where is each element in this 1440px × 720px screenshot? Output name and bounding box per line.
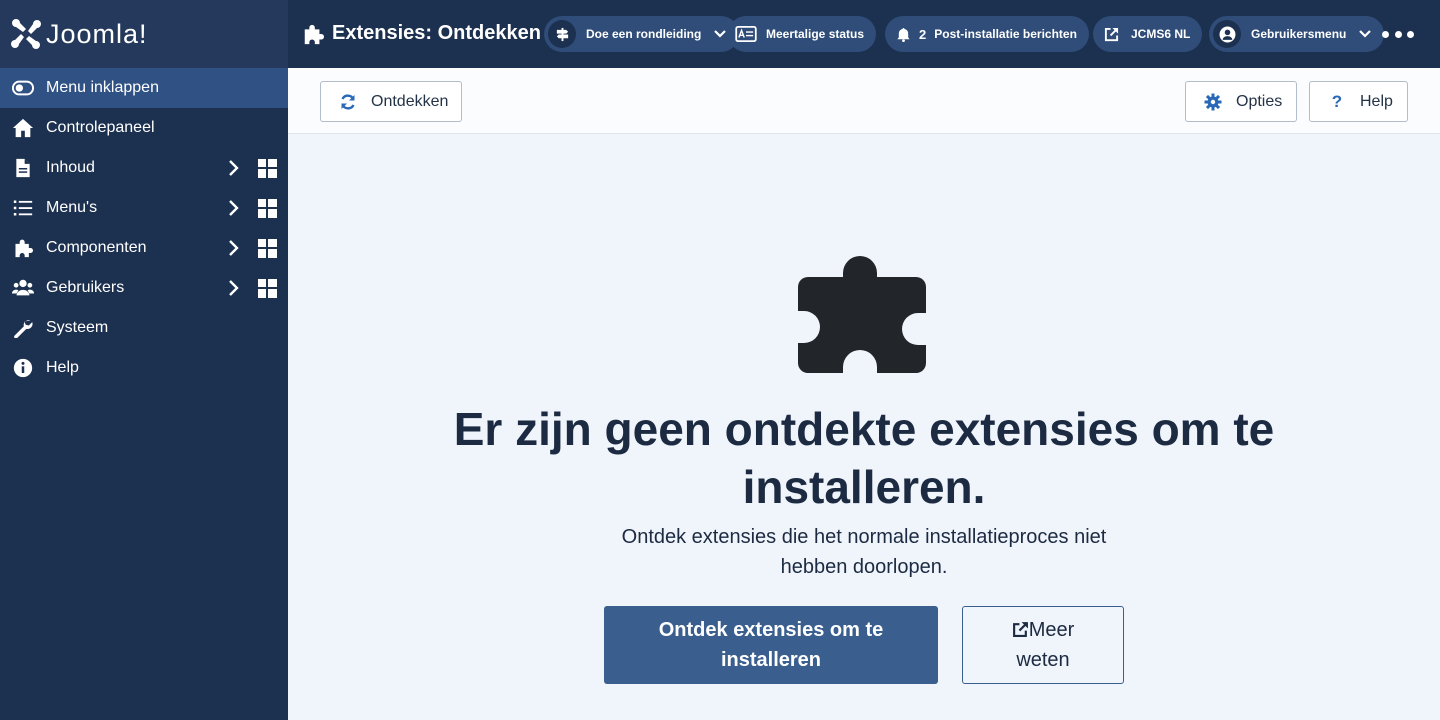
page-title: Extensies: Ontdekken bbox=[302, 22, 541, 45]
external-link-icon bbox=[1012, 622, 1028, 637]
signpost-icon bbox=[548, 20, 576, 48]
dashboard-grid-icon[interactable] bbox=[258, 159, 277, 178]
chevron-right-icon[interactable] bbox=[224, 279, 242, 297]
bell-icon bbox=[889, 20, 917, 48]
post-installation-messages-label: Post-installatie berichten bbox=[934, 27, 1077, 41]
messages-count-badge: 2 bbox=[919, 26, 927, 42]
help-button-label: Help bbox=[1360, 92, 1393, 110]
joomla-logo-icon bbox=[11, 19, 41, 49]
empty-state-title: Er zijn geen ontdekte extensies om te in… bbox=[453, 403, 1275, 513]
brand-name: Joomla! bbox=[46, 18, 148, 49]
sidebar-item-system[interactable]: Systeem bbox=[0, 308, 288, 348]
user-menu-label: Gebruikersmenu bbox=[1251, 27, 1347, 41]
ellipsis-dot bbox=[1382, 30, 1389, 38]
sidebar-item-components[interactable]: Componenten bbox=[0, 228, 288, 268]
multilingual-status-label: Meertalige status bbox=[766, 27, 865, 41]
question-icon: ? bbox=[1331, 91, 1343, 111]
sidebar-item-label: Gebruikers bbox=[46, 279, 125, 296]
user-circle-icon bbox=[1213, 20, 1241, 48]
help-button[interactable]: ? Help bbox=[1309, 81, 1408, 122]
chevron-right-icon[interactable] bbox=[224, 199, 242, 217]
sidebar-item-label: Controlepaneel bbox=[46, 119, 155, 136]
guided-tour-dropdown[interactable]: Doe een rondleiding bbox=[544, 16, 740, 52]
sidebar-item-menus[interactable]: Menu's bbox=[0, 188, 288, 228]
ellipsis-dot bbox=[1394, 30, 1402, 38]
dashboard-grid-icon[interactable] bbox=[258, 279, 277, 298]
sidebar-item-users[interactable]: Gebruikers bbox=[0, 268, 288, 308]
header: Extensies: Ontdekken Doe een rondleiding… bbox=[288, 0, 1440, 68]
users-icon bbox=[12, 277, 34, 299]
sidebar-item-label: Menu inklappen bbox=[46, 79, 159, 96]
sidebar-item-label: Menu's bbox=[46, 199, 98, 216]
gear-icon bbox=[1204, 93, 1222, 110]
guided-tour-label: Doe een rondleiding bbox=[586, 27, 702, 41]
sidebar-item-dashboard[interactable]: Controlepaneel bbox=[0, 108, 288, 148]
external-link-icon bbox=[1097, 20, 1125, 48]
puzzle-icon bbox=[304, 24, 324, 44]
dashboard-grid-icon[interactable] bbox=[258, 239, 277, 258]
file-icon bbox=[12, 157, 34, 179]
discover-button[interactable]: Ontdekken bbox=[320, 81, 462, 122]
discover-extensions-button[interactable]: Ontdek extensies om te installeren bbox=[604, 606, 938, 684]
options-button-label: Opties bbox=[1236, 92, 1283, 110]
sidebar-item-label: Componenten bbox=[46, 239, 147, 256]
chevron-down-icon bbox=[1359, 30, 1372, 38]
toggle-icon bbox=[12, 77, 34, 99]
learn-more-button[interactable]: Meer weten bbox=[962, 606, 1124, 684]
sidebar-item-content[interactable]: Inhoud bbox=[0, 148, 288, 188]
chevron-right-icon[interactable] bbox=[224, 159, 242, 177]
language-icon bbox=[732, 20, 760, 48]
more-options-button[interactable] bbox=[1382, 24, 1414, 44]
refresh-icon bbox=[341, 93, 355, 110]
sidebar-item-label: Inhoud bbox=[46, 159, 95, 176]
view-site-link[interactable]: JCMS6 NL bbox=[1093, 16, 1203, 52]
sidebar: Joomla! Menu inklappen Controlepaneel In… bbox=[0, 0, 288, 720]
puzzle-icon bbox=[798, 256, 926, 373]
sidebar-item-help[interactable]: Help bbox=[0, 348, 288, 388]
wrench-icon bbox=[12, 317, 34, 339]
user-menu-dropdown[interactable]: Gebruikersmenu bbox=[1209, 16, 1385, 52]
ellipsis-dot bbox=[1407, 30, 1414, 38]
discover-button-label: Ontdekken bbox=[371, 92, 449, 110]
dashboard-grid-icon[interactable] bbox=[258, 199, 277, 218]
options-button[interactable]: Opties bbox=[1185, 81, 1297, 122]
sidebar-item-label: Help bbox=[46, 359, 79, 376]
empty-state: Er zijn geen ontdekte extensies om te in… bbox=[288, 135, 1440, 720]
chevron-down-icon bbox=[714, 30, 727, 38]
home-icon bbox=[12, 117, 34, 139]
post-installation-messages-button[interactable]: 2 Post-installatie berichten bbox=[885, 16, 1089, 52]
multilingual-status-button[interactable]: Meertalige status bbox=[728, 16, 877, 52]
chevron-right-icon[interactable] bbox=[224, 239, 242, 257]
sidebar-item-label: Systeem bbox=[46, 319, 109, 336]
sidebar-nav: Menu inklappen Controlepaneel Inhoud Men… bbox=[0, 68, 288, 388]
page-title-text: Extensies: Ontdekken bbox=[332, 22, 541, 44]
sidebar-item-menu-toggle[interactable]: Menu inklappen bbox=[0, 68, 288, 108]
site-name-label: JCMS6 NL bbox=[1131, 27, 1191, 41]
info-icon bbox=[12, 357, 34, 379]
empty-state-text: Ontdek extensies die het normale install… bbox=[621, 526, 1107, 578]
joomla-logo[interactable]: Joomla! bbox=[0, 0, 288, 68]
list-icon bbox=[12, 197, 34, 219]
puzzle-icon bbox=[12, 237, 34, 259]
toolbar: Ontdekken Opties ? Help bbox=[288, 68, 1440, 134]
